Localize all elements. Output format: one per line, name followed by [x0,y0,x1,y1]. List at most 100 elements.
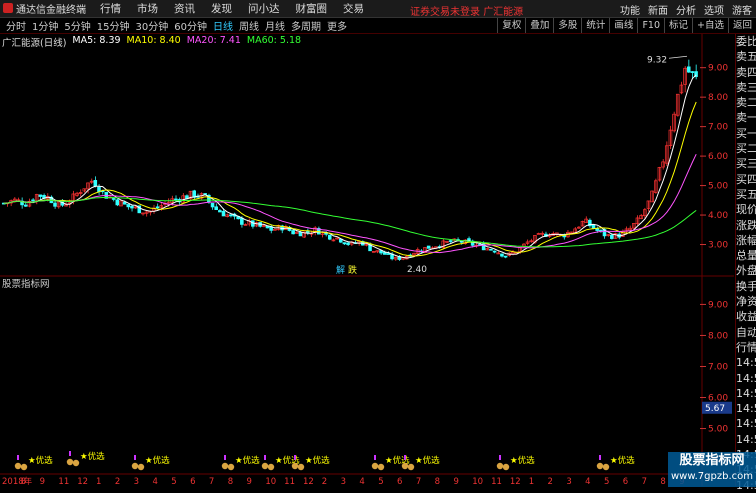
menu-item-trade[interactable]: 交易 [343,1,364,16]
money-bag-icon [297,463,305,471]
date-tick-label: 1 [96,477,101,486]
indicator-title: 股票指标网 [2,279,50,290]
candle-body [93,180,98,187]
ma60-label: MA60: 5.18 [246,35,302,46]
signal-bar [17,455,19,460]
period-more[interactable]: 更多 [327,18,347,33]
guest-button[interactable]: 游客 [732,2,752,17]
sidebar-item: 14:56 [736,356,756,370]
signal-label: ★优选 [305,455,330,466]
money-bag-icon [401,462,409,470]
date-tick-label: 12 [510,477,521,486]
period-5min[interactable]: 5分钟 [64,18,90,33]
period-30min[interactable]: 30分钟 [135,18,168,33]
menu-item-market[interactable]: 市场 [137,1,158,16]
date-tick-label: 12 [77,477,88,486]
login-alert[interactable]: 证券交易未登录 广汇能源 [410,3,523,18]
money-bag-icon [137,463,145,471]
candle-body [298,231,303,237]
signal-bar [69,451,71,456]
money-bag-icon [20,463,28,471]
candle-body [31,199,35,202]
period-multi[interactable]: 多周期 [291,18,321,33]
candle-body [38,194,43,197]
sidebar-item: 14:56 [736,402,756,416]
candle-body [23,204,28,207]
date-tick-label: 9 [453,477,458,486]
sidebar-item: 外盘 [736,264,756,278]
period-weekly[interactable]: 周线 [239,18,259,33]
sidebar-item: 买一 [736,126,756,140]
candle-body [240,217,244,225]
date-tick-label: 11 [491,477,502,486]
period-monthly[interactable]: 月线 [265,18,285,33]
period-60min[interactable]: 60分钟 [174,18,207,33]
date-tick-label: 4 [152,477,157,486]
watermark-url: www.7gpzb.com [671,471,753,482]
candle-body [115,199,120,206]
options-button[interactable]: 选项 [704,2,724,17]
period-1min[interactable]: 1分钟 [32,18,58,33]
date-tick-label: 7 [642,477,647,486]
overlay-button[interactable]: 叠加 [525,18,553,33]
f10-button[interactable]: F10 [637,18,664,33]
chart-area[interactable]: 9.00 8.00 7.00 6.00 5.00 4.00 3.00 9.00 8.00 7.00… [0,34,734,487]
unlock-marker: 解 [336,264,345,276]
candle-body [595,228,599,231]
candle-body [342,242,347,245]
menu-item-wealth[interactable]: 财富圈 [296,1,328,16]
price-tick-label: 9.00 [708,64,728,74]
signal-bar [374,455,376,460]
signal-bar [264,455,266,460]
price-tick-label: 3.00 [708,241,728,251]
menu-item-discover[interactable]: 发现 [211,1,232,16]
candlestick-chart[interactable]: 9.00 8.00 7.00 6.00 5.00 4.00 3.00 9.00 8.00 7.00… [0,34,734,487]
period-intraday[interactable]: 分时 [6,18,26,33]
date-tick-label: 7 [209,477,214,486]
date-tick-label: 8 [21,477,26,486]
money-bag-icon [261,462,269,470]
menu-item-ask[interactable]: 问小达 [248,1,280,16]
signal-label: ★优选 [80,451,105,462]
money-bag-icon [14,462,22,470]
new-face-button[interactable]: 新面 [648,2,668,17]
ma5-label: MA5: 8.39 [72,35,121,46]
date-tick-label: 1 [529,477,534,486]
menu-item-quotes[interactable]: 行情 [100,1,121,16]
menu-item-news[interactable]: 资讯 [174,1,195,16]
money-bag-icon [131,462,139,470]
indicator-tick-label: 8.00 [708,331,728,341]
candle-body [690,71,695,73]
function-button[interactable]: 功能 [620,2,640,17]
period-15min[interactable]: 15分钟 [97,18,130,33]
app-title: 通达信金融终端 [16,5,86,16]
sidebar-item: 14:56 [736,417,756,431]
ma-legend: 广汇能源(日线) MA5: 8.39 MA10: 8.40 MA20: 7.41… [2,35,301,49]
stock-name-label: 广汇能源(日线) [2,38,67,49]
back-button[interactable]: 返回 [727,18,756,33]
menu-bar: 通达信金融终端 行情 市场 资讯 发现 问小达 财富圈 交易 证券交易未登录 广… [0,0,756,18]
sidebar-item: 卖二 [736,96,756,110]
mark-button[interactable]: 标记 [664,18,692,33]
chart-tools: 复权 叠加 多股 统计 画线 F10 标记 +自选 返回 [497,18,756,33]
money-bag-icon [371,462,379,470]
watermark: 股票指标网 www.7gpzb.com [668,452,756,487]
sidebar-item: 行情 [736,340,756,354]
money-bag-icon [407,463,415,471]
stats-button[interactable]: 统计 [581,18,609,33]
indicator-tick-label: 7.00 [708,362,728,372]
period-daily[interactable]: 日线 [213,18,233,33]
high-annotation: 9.32 [647,55,667,65]
date-tick-label: 2018年 [2,476,33,486]
sidebar-item: 委比 [736,35,756,48]
draw-button[interactable]: 画线 [609,18,637,33]
add-watchlist-button[interactable]: +自选 [692,18,728,33]
date-tick-label: 4 [585,477,590,486]
date-tick-label: 2 [548,477,553,486]
sidebar-item: 自动 [736,325,756,339]
sidebar-item: 买三 [736,157,756,171]
price-tick-label: 4.00 [708,211,728,221]
restore-rights-button[interactable]: 复权 [497,18,525,33]
analysis-button[interactable]: 分析 [676,2,696,17]
multi-stock-button[interactable]: 多股 [553,18,581,33]
